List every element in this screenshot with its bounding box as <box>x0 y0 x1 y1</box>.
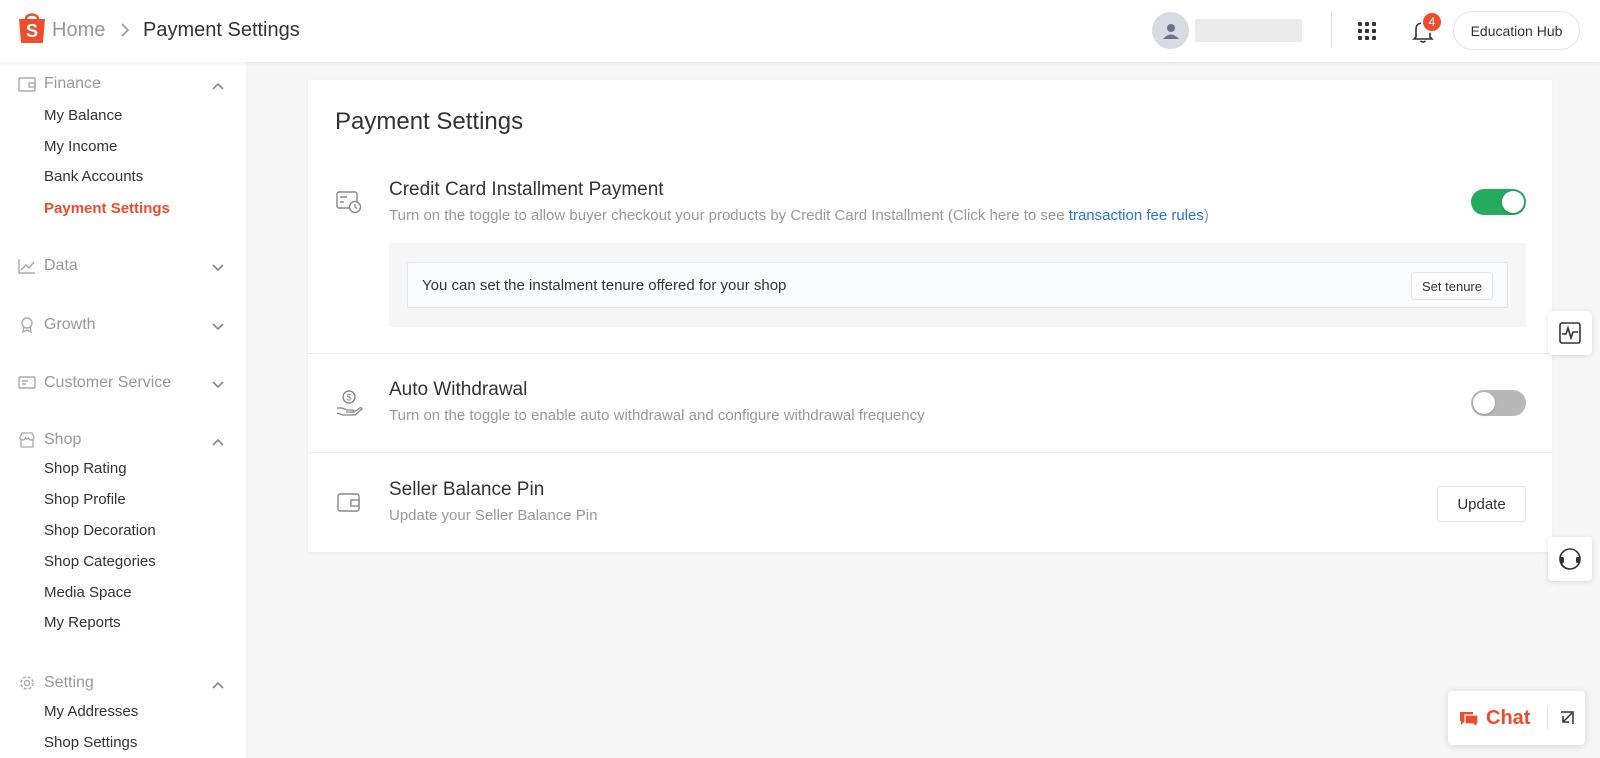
breadcrumb-home[interactable]: Home <box>52 19 105 42</box>
badge-icon <box>18 317 36 334</box>
sidebar-group-label: Setting <box>44 674 94 691</box>
sidebar-item-my-balance[interactable]: My Balance <box>44 107 122 124</box>
sidebar-item-shop-rating[interactable]: Shop Rating <box>44 460 127 477</box>
seller-balance-pin-title: Seller Balance Pin <box>389 479 545 500</box>
transaction-fee-rules-link[interactable]: transaction fee rules <box>1069 207 1204 224</box>
credit-card-desc-text: Turn on the toggle to allow buyer checko… <box>389 207 1069 224</box>
shop-icon <box>18 432 36 448</box>
username-placeholder[interactable] <box>1195 19 1302 42</box>
sidebar: Finance My Balance My Income Bank Accoun… <box>0 62 246 758</box>
sidebar-item-payment-settings[interactable]: Payment Settings <box>44 200 170 217</box>
sidebar-group-shop[interactable]: Shop <box>0 426 246 454</box>
sidebar-group-customer-service[interactable]: Customer Service <box>0 369 246 397</box>
sidebar-group-label: Customer Service <box>44 374 172 391</box>
chart-line-icon <box>18 258 36 274</box>
sidebar-item-media-space[interactable]: Media Space <box>44 584 132 601</box>
section-divider <box>308 452 1552 453</box>
tenure-section: You can set the instalment tenure offere… <box>389 243 1526 327</box>
headset-support-icon[interactable] <box>1548 537 1592 581</box>
section-divider <box>308 353 1552 354</box>
chevron-up-icon <box>211 78 225 90</box>
chevron-right-icon <box>118 22 132 38</box>
credit-card-desc-suffix: ) <box>1203 207 1209 224</box>
credit-card-installment-desc: Turn on the toggle to allow buyer checko… <box>389 207 1209 224</box>
header-divider <box>1331 12 1332 48</box>
page-title: Payment Settings <box>335 108 524 135</box>
tenure-text: You can set the instalment tenure offere… <box>422 277 787 294</box>
sidebar-group-label: Finance <box>44 75 101 92</box>
credit-card-installment-toggle[interactable] <box>1471 189 1526 215</box>
sidebar-item-shop-categories[interactable]: Shop Categories <box>44 553 156 570</box>
update-pin-button[interactable]: Update <box>1437 486 1526 522</box>
auto-withdrawal-toggle[interactable] <box>1471 390 1526 416</box>
toggle-knob <box>1473 392 1495 414</box>
sidebar-item-shop-decoration[interactable]: Shop Decoration <box>44 522 156 539</box>
money-hand-icon: $ <box>335 389 363 417</box>
card-clock-icon <box>335 188 363 216</box>
sidebar-group-growth[interactable]: Growth <box>0 311 246 339</box>
chevron-down-icon <box>211 319 225 331</box>
sidebar-item-shop-settings[interactable]: Shop Settings <box>44 734 137 751</box>
auto-withdrawal-title: Auto Withdrawal <box>389 379 528 400</box>
chat-label: Chat <box>1486 706 1531 729</box>
sidebar-item-shop-profile[interactable]: Shop Profile <box>44 491 126 508</box>
chevron-up-icon <box>211 434 225 446</box>
sidebar-group-label: Shop <box>44 431 82 448</box>
breadcrumb-current: Payment Settings <box>143 19 300 41</box>
notification-badge: 4 <box>1421 11 1443 33</box>
shopee-logo-icon[interactable]: S <box>17 10 47 44</box>
svg-text:S: S <box>26 21 38 41</box>
payment-settings-card: Payment Settings Credit Card Installment… <box>308 80 1552 552</box>
sidebar-group-setting[interactable]: Setting <box>0 669 246 697</box>
wallet-icon <box>335 488 363 516</box>
activity-monitor-icon[interactable] <box>1548 311 1592 355</box>
user-icon <box>1162 23 1179 39</box>
toggle-knob <box>1502 191 1524 213</box>
gear-icon <box>18 675 36 691</box>
expand-icon[interactable] <box>1556 706 1578 730</box>
svg-text:$: $ <box>346 393 351 403</box>
top-header: S Home Payment Settings 4 Education Hub <box>0 0 1600 62</box>
avatar[interactable] <box>1152 12 1189 49</box>
set-tenure-button[interactable]: Set tenure <box>1411 272 1493 300</box>
chat-bubble-icon <box>1460 712 1479 728</box>
chevron-down-icon <box>211 260 225 272</box>
wallet-icon <box>18 76 36 92</box>
chat-divider <box>1547 707 1548 729</box>
sidebar-group-finance[interactable]: Finance <box>0 70 246 98</box>
apps-grid-icon[interactable] <box>1356 20 1378 42</box>
sidebar-item-my-income[interactable]: My Income <box>44 138 117 155</box>
auto-withdrawal-desc: Turn on the toggle to enable auto withdr… <box>389 407 925 424</box>
chat-box-icon <box>18 375 36 391</box>
tenure-notice: You can set the instalment tenure offere… <box>407 262 1508 308</box>
chevron-down-icon <box>211 377 225 389</box>
chat-widget: Chat <box>1448 691 1585 745</box>
sidebar-item-bank-accounts[interactable]: Bank Accounts <box>44 168 143 185</box>
education-hub-button[interactable]: Education Hub <box>1453 11 1580 50</box>
sidebar-item-my-addresses[interactable]: My Addresses <box>44 703 138 720</box>
sidebar-group-label: Data <box>44 257 78 274</box>
credit-card-installment-title: Credit Card Installment Payment <box>389 179 664 200</box>
chat-button[interactable]: Chat <box>1458 705 1554 731</box>
chevron-up-icon <box>211 677 225 689</box>
seller-balance-pin-desc: Update your Seller Balance Pin <box>389 507 598 524</box>
sidebar-item-my-reports[interactable]: My Reports <box>44 614 121 631</box>
sidebar-group-label: Growth <box>44 316 96 333</box>
sidebar-group-data[interactable]: Data <box>0 252 246 280</box>
